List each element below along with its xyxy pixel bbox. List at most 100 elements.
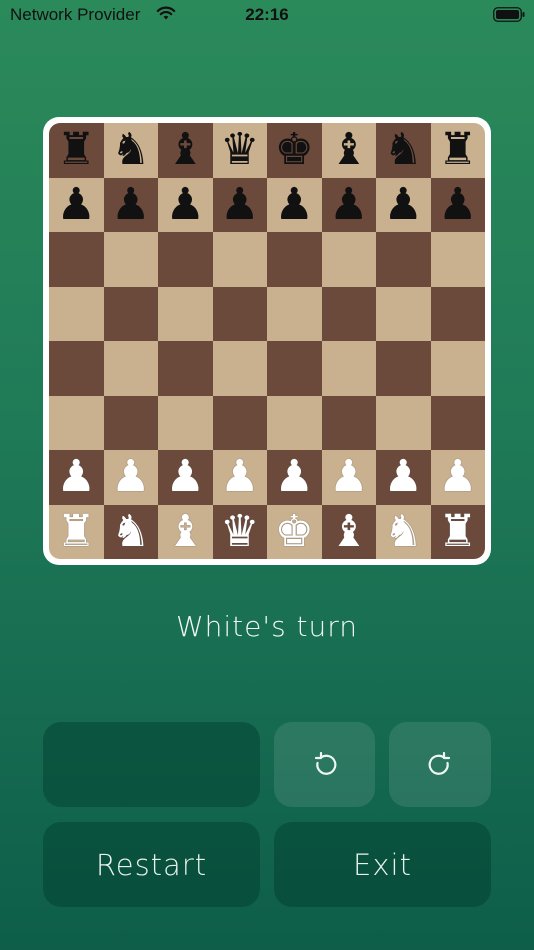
white-pawn[interactable]: ♟: [275, 455, 314, 499]
square-b6[interactable]: [103, 232, 158, 287]
black-bishop[interactable]: ♝: [329, 128, 368, 172]
square-b8[interactable]: ♞: [103, 123, 158, 178]
white-knight[interactable]: ♞: [111, 509, 150, 554]
square-c4[interactable]: [158, 341, 213, 396]
square-h1[interactable]: ♜: [430, 504, 485, 559]
black-pawn[interactable]: ♟: [111, 182, 150, 227]
square-f4[interactable]: [321, 341, 376, 396]
white-bishop[interactable]: ♝: [329, 509, 368, 554]
square-g7[interactable]: ♟: [376, 177, 431, 232]
black-pawn[interactable]: ♟: [57, 182, 96, 227]
square-a7[interactable]: ♟: [49, 177, 104, 232]
square-c7[interactable]: ♟: [158, 177, 213, 232]
black-pawn[interactable]: ♟: [166, 182, 205, 227]
white-pawn[interactable]: ♟: [384, 455, 423, 499]
square-e7[interactable]: ♟: [267, 177, 322, 232]
square-f8[interactable]: ♝: [321, 123, 376, 178]
square-b4[interactable]: [103, 341, 158, 396]
square-b3[interactable]: [103, 395, 158, 450]
square-a1[interactable]: ♜: [49, 504, 104, 559]
square-f5[interactable]: [321, 286, 376, 341]
white-pawn[interactable]: ♟: [57, 455, 96, 499]
black-queen[interactable]: ♛: [220, 128, 259, 172]
white-pawn[interactable]: ♟: [220, 455, 259, 499]
exit-button[interactable]: Exit: [274, 822, 491, 907]
undo-button[interactable]: [274, 722, 375, 807]
square-d3[interactable]: [212, 395, 267, 450]
restart-button[interactable]: Restart: [43, 822, 260, 907]
square-f6[interactable]: [321, 232, 376, 287]
square-f7[interactable]: ♟: [321, 177, 376, 232]
white-queen[interactable]: ♛: [220, 509, 259, 554]
square-b7[interactable]: ♟: [103, 177, 158, 232]
square-a4[interactable]: [49, 341, 104, 396]
square-f3[interactable]: [321, 395, 376, 450]
square-h5[interactable]: [430, 286, 485, 341]
square-e2[interactable]: ♟: [267, 450, 322, 505]
square-e1[interactable]: ♚: [267, 504, 322, 559]
square-d7[interactable]: ♟: [212, 177, 267, 232]
black-knight[interactable]: ♞: [384, 128, 423, 172]
square-d8[interactable]: ♛: [212, 123, 267, 178]
square-c8[interactable]: ♝: [158, 123, 213, 178]
white-pawn[interactable]: ♟: [329, 455, 368, 499]
white-pawn[interactable]: ♟: [438, 455, 477, 499]
square-a3[interactable]: [49, 395, 104, 450]
square-a5[interactable]: [49, 286, 104, 341]
square-c3[interactable]: [158, 395, 213, 450]
square-h4[interactable]: [430, 341, 485, 396]
square-h7[interactable]: ♟: [430, 177, 485, 232]
square-a8[interactable]: ♜: [49, 123, 104, 178]
square-d6[interactable]: [212, 232, 267, 287]
black-bishop[interactable]: ♝: [166, 128, 205, 172]
white-rook[interactable]: ♜: [57, 509, 96, 554]
square-g1[interactable]: ♞: [376, 504, 431, 559]
square-f2[interactable]: ♟: [321, 450, 376, 505]
square-f1[interactable]: ♝: [321, 504, 376, 559]
square-e6[interactable]: [267, 232, 322, 287]
square-d2[interactable]: ♟: [212, 450, 267, 505]
white-pawn[interactable]: ♟: [111, 455, 150, 499]
square-h2[interactable]: ♟: [430, 450, 485, 505]
square-a6[interactable]: [49, 232, 104, 287]
square-c5[interactable]: [158, 286, 213, 341]
square-e3[interactable]: [267, 395, 322, 450]
square-g4[interactable]: [376, 341, 431, 396]
square-g3[interactable]: [376, 395, 431, 450]
square-b2[interactable]: ♟: [103, 450, 158, 505]
black-pawn[interactable]: ♟: [384, 182, 423, 227]
black-pawn[interactable]: ♟: [275, 182, 314, 227]
square-g2[interactable]: ♟: [376, 450, 431, 505]
square-h3[interactable]: [430, 395, 485, 450]
redo-button[interactable]: [389, 722, 491, 807]
black-pawn[interactable]: ♟: [438, 182, 477, 227]
square-e4[interactable]: [267, 341, 322, 396]
square-e5[interactable]: [267, 286, 322, 341]
square-d1[interactable]: ♛: [212, 504, 267, 559]
square-d5[interactable]: [212, 286, 267, 341]
square-g8[interactable]: ♞: [376, 123, 431, 178]
square-c6[interactable]: [158, 232, 213, 287]
square-b1[interactable]: ♞: [103, 504, 158, 559]
square-d4[interactable]: [212, 341, 267, 396]
black-rook[interactable]: ♜: [57, 128, 96, 172]
square-g6[interactable]: [376, 232, 431, 287]
square-h8[interactable]: ♜: [430, 123, 485, 178]
square-e8[interactable]: ♚: [267, 123, 322, 178]
black-rook[interactable]: ♜: [438, 128, 477, 172]
black-pawn[interactable]: ♟: [220, 182, 259, 227]
white-king[interactable]: ♚: [275, 509, 314, 554]
square-b5[interactable]: [103, 286, 158, 341]
square-a2[interactable]: ♟: [49, 450, 104, 505]
black-knight[interactable]: ♞: [111, 128, 150, 172]
white-rook[interactable]: ♜: [438, 509, 477, 554]
square-c1[interactable]: ♝: [158, 504, 213, 559]
white-knight[interactable]: ♞: [384, 509, 423, 554]
square-c2[interactable]: ♟: [158, 450, 213, 505]
square-h6[interactable]: [430, 232, 485, 287]
white-bishop[interactable]: ♝: [166, 509, 205, 554]
black-king[interactable]: ♚: [275, 128, 314, 172]
black-pawn[interactable]: ♟: [329, 182, 368, 227]
white-pawn[interactable]: ♟: [166, 455, 205, 499]
square-g5[interactable]: [376, 286, 431, 341]
